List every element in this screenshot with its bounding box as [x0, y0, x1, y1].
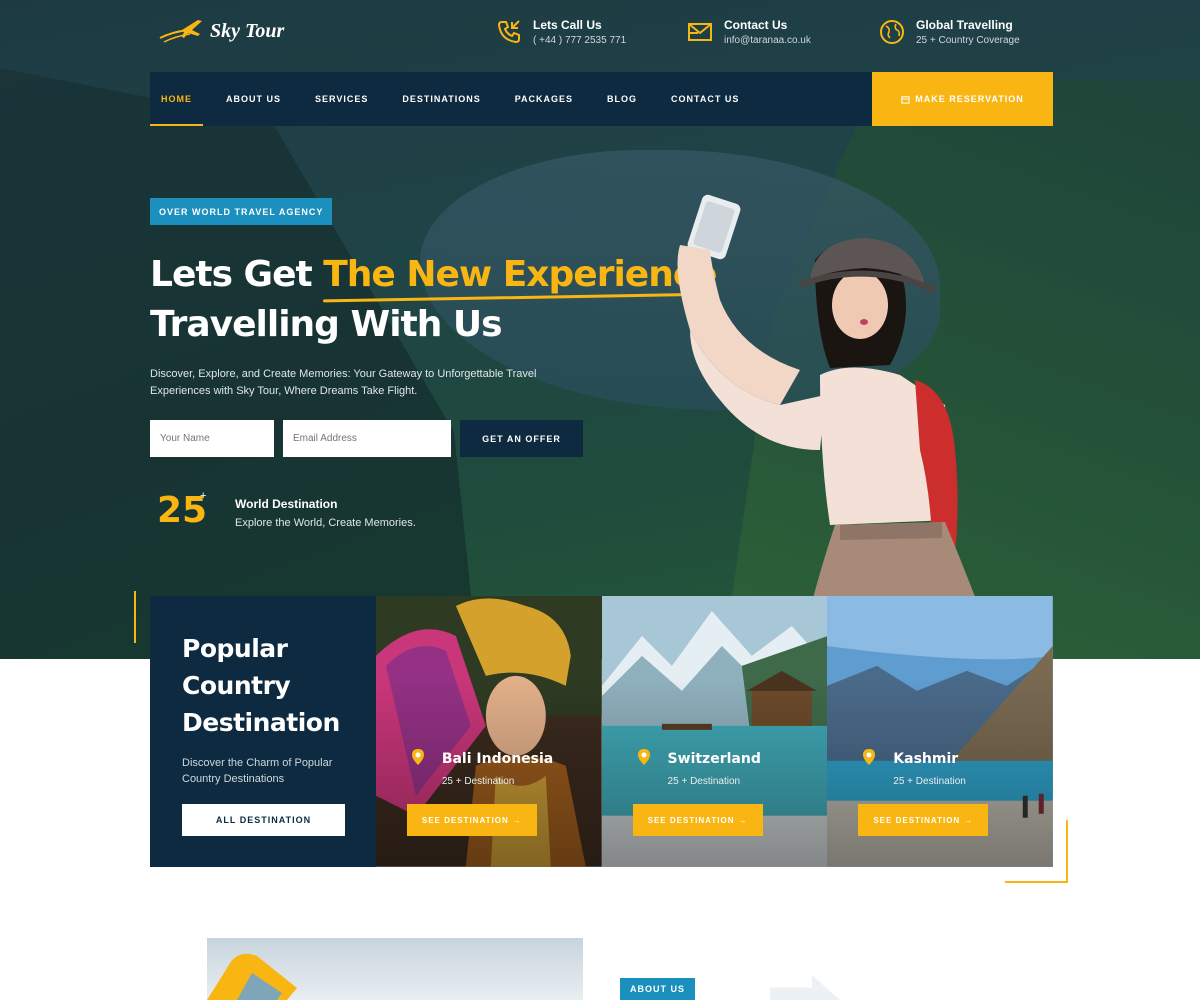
- hero-description: Discover, Explore, and Create Memories: …: [150, 368, 537, 397]
- nav-item-home[interactable]: HOME: [150, 72, 203, 126]
- contact-global-title: Global Travelling: [916, 18, 1013, 32]
- stat-subtitle: Explore the World, Create Memories.: [235, 517, 416, 529]
- phone-icon: [497, 20, 520, 44]
- nav-item-blog[interactable]: BLOG: [596, 72, 648, 126]
- contact-phone-title: Lets Call Us: [533, 18, 602, 32]
- see-destination-button[interactable]: SEE DESTINATION →: [632, 804, 763, 836]
- contact-email-value: info@taranaa.co.uk: [724, 35, 811, 46]
- contact-email[interactable]: Contact Us info@taranaa.co.uk: [686, 18, 811, 46]
- stat-plus: +: [200, 490, 207, 502]
- card-count: 25 + Destination: [441, 776, 515, 787]
- make-reservation-label: MAKE RESERVATION: [915, 94, 1024, 104]
- card-name: Switzerland: [667, 751, 761, 767]
- card-name: Bali Indonesia: [441, 751, 554, 767]
- email-input[interactable]: [283, 420, 451, 457]
- name-input[interactable]: [150, 420, 274, 457]
- destinations-title: Popular Country Destination: [182, 630, 344, 741]
- logo[interactable]: Sky Tour: [158, 18, 284, 44]
- contact-global: Global Travelling 25 + Country Coverage: [878, 18, 1020, 46]
- nav-item-destinations[interactable]: DESTINATIONS: [391, 72, 491, 126]
- airplane-logo-icon: [159, 20, 202, 43]
- destination-card-bali[interactable]: Bali Indonesia 25 + Destination SEE DEST…: [375, 596, 602, 867]
- card-name: Kashmir: [893, 751, 959, 767]
- destinations-intro: Popular Country Destination Discover the…: [150, 596, 376, 867]
- destination-card-switzerland[interactable]: Switzerland 25 + Destination SEE DESTINA…: [601, 596, 828, 867]
- calendar-icon: [901, 95, 910, 104]
- contact-global-value: 25 + Country Coverage: [916, 35, 1020, 46]
- card-count: 25 + Destination: [667, 776, 741, 787]
- main-nav: HOME ABOUT US SERVICES DESTINATIONS PACK…: [150, 72, 872, 126]
- nav-item-about-us[interactable]: ABOUT US: [215, 72, 292, 126]
- arrow-right-icon: →: [964, 815, 974, 825]
- about-image: [207, 938, 583, 1000]
- see-destination-label: SEE DESTINATION: [421, 815, 509, 825]
- destinations-title-line-2: Country: [182, 671, 291, 700]
- destinations-description: Discover the Charm of Popular Country De…: [182, 757, 333, 785]
- see-destination-label: SEE DESTINATION: [873, 815, 961, 825]
- arrow-right-icon: →: [512, 815, 522, 825]
- destinations-title-line-1: Popular: [182, 634, 288, 663]
- about-us-badge: ABOUT US: [620, 978, 695, 1000]
- popular-destinations-section: Popular Country Destination Discover the…: [150, 596, 1054, 867]
- location-pin-icon: [637, 749, 650, 765]
- nav-item-services[interactable]: SERVICES: [304, 72, 379, 126]
- contact-phone-value: ( +44 ) 777 2535 771: [533, 35, 627, 46]
- hero-badge: OVER WORLD TRAVEL AGENCY: [150, 198, 333, 225]
- get-offer-button[interactable]: GET AN OFFER: [460, 420, 583, 457]
- nav-item-contact-us[interactable]: CONTACT US: [660, 72, 750, 126]
- arrow-right-icon: →: [738, 815, 748, 825]
- location-pin-icon: [411, 749, 424, 765]
- all-destination-button[interactable]: ALL DESTINATION: [182, 804, 345, 836]
- nav-item-packages[interactable]: PACKAGES: [504, 72, 584, 126]
- brand-name: Sky Tour: [210, 19, 285, 42]
- hero-headline-line2: Travelling With Us: [150, 304, 503, 345]
- mail-icon: [688, 23, 712, 41]
- decor-accent-line: [134, 591, 136, 643]
- contact-email-title: Contact Us: [724, 18, 788, 32]
- hero-headline-pre: Lets Get: [150, 254, 324, 295]
- card-count: 25 + Destination: [893, 776, 966, 787]
- destinations-title-line-3: Destination: [182, 708, 340, 737]
- globe-icon: [880, 20, 904, 44]
- hero-headline: Lets Get The New Experience Travelling W…: [150, 250, 718, 350]
- top-bar: Sky Tour Lets Call Us ( +44 ) 777 2535 7…: [150, 0, 1050, 72]
- see-destination-label: SEE DESTINATION: [647, 815, 735, 825]
- make-reservation-button[interactable]: MAKE RESERVATION: [872, 72, 1053, 126]
- contact-phone[interactable]: Lets Call Us ( +44 ) 777 2535 771: [495, 18, 626, 46]
- see-destination-button[interactable]: SEE DESTINATION →: [858, 804, 989, 836]
- about-image-illustration: [207, 953, 297, 1000]
- destination-card-kashmir[interactable]: Kashmir 25 + Destination SEE DESTINATION…: [827, 596, 1054, 867]
- location-pin-icon: [863, 749, 876, 765]
- decor-arrow-shape: [770, 975, 840, 1000]
- see-destination-button[interactable]: SEE DESTINATION →: [406, 804, 537, 836]
- traveler-selfie-image: [677, 194, 980, 610]
- stat-title: World Destination: [235, 497, 338, 511]
